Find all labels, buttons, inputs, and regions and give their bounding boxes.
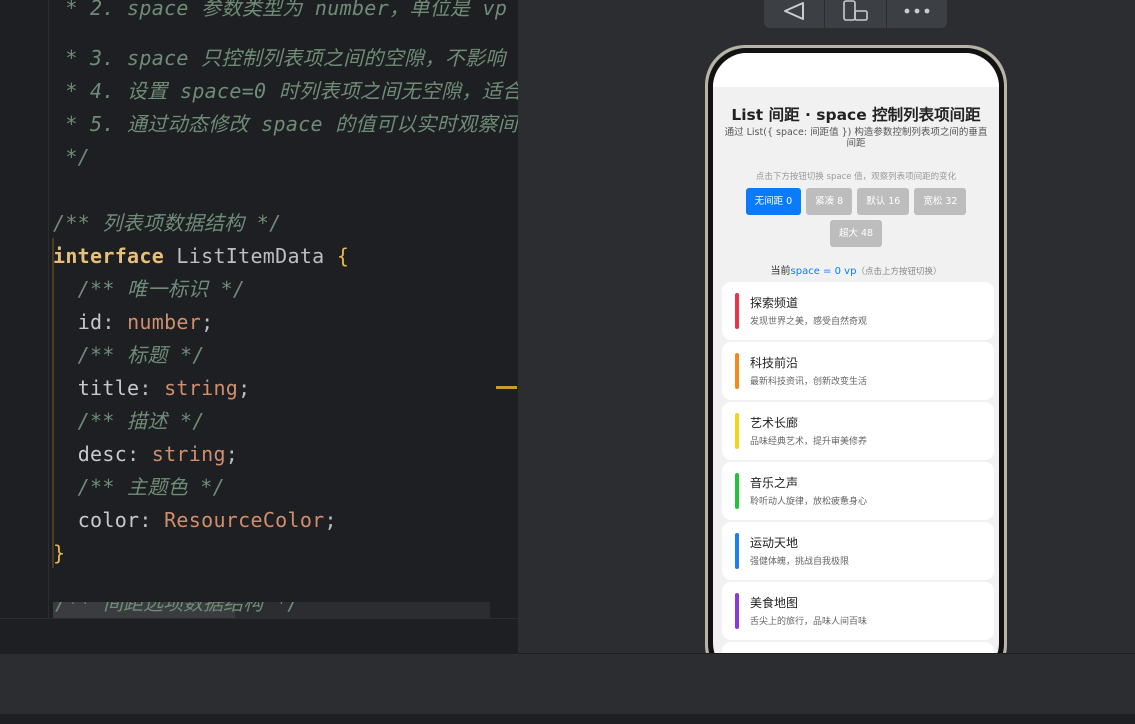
code-editor[interactable]: * 2. space 参数类型为 number，单位是 vp（虚 * 3. sp… bbox=[0, 0, 518, 618]
scrollbar-marker[interactable] bbox=[496, 386, 517, 389]
list-item[interactable]: 音乐之声聆听动人旋律，放松疲惫身心 bbox=[722, 462, 994, 520]
code-line-color: color: ResourceColor; bbox=[77, 508, 337, 532]
color-bar bbox=[735, 413, 739, 449]
space-button-0[interactable]: 无间距 0 bbox=[745, 188, 802, 215]
code-line: */ bbox=[53, 145, 91, 169]
rotate-device-icon bbox=[843, 0, 869, 21]
editor-gutter bbox=[0, 0, 49, 618]
list-item-title: 音乐之声 bbox=[750, 476, 799, 490]
more-button[interactable] bbox=[887, 0, 947, 28]
space-button-48[interactable]: 超大 48 bbox=[829, 220, 883, 247]
code-line-desc: desc: string; bbox=[77, 442, 239, 466]
code-line-id: id: number; bbox=[77, 310, 214, 334]
list-item-desc: 发现世界之美，感受自然奇观 bbox=[750, 317, 868, 327]
hint-text: 点击下方按钮切换 space 值，观察列表项间距的变化 bbox=[755, 172, 957, 182]
bottom-panel bbox=[0, 653, 1135, 715]
back-triangle-icon bbox=[784, 2, 805, 20]
page-subtitle: 通过 List({ space: 间距值 }) 构造参数控制列表项之间的垂直间距 bbox=[724, 127, 988, 149]
partial-code-line: /** 间距选项数据结构 */ bbox=[53, 602, 490, 618]
color-bar bbox=[735, 353, 739, 389]
code-line-title: title: string; bbox=[77, 376, 251, 400]
space-button-32[interactable]: 宽松 32 bbox=[914, 188, 967, 215]
code-line: /** 描述 */ bbox=[53, 409, 205, 433]
list-item-desc: 聆听动人旋律，放松疲惫身心 bbox=[750, 497, 868, 507]
code-line: /** 标题 */ bbox=[53, 343, 205, 367]
color-bar bbox=[735, 293, 739, 329]
code-line: * 5. 通过动态修改 space 的值可以实时观察间距 bbox=[53, 112, 518, 136]
list-item-desc: 强健体魄，挑战自我极限 bbox=[750, 557, 850, 567]
list-item[interactable]: 艺术长廊品味经典艺术，提升审美修养 bbox=[722, 402, 994, 460]
current-prefix: 当前 bbox=[770, 266, 791, 277]
list-item[interactable]: 运动天地强健体魄，挑战自我极限 bbox=[722, 522, 994, 580]
code-line-close-brace: } bbox=[53, 541, 66, 565]
color-bar bbox=[735, 593, 739, 629]
code-line: * 2. space 参数类型为 number，单位是 vp（虚 bbox=[53, 0, 518, 20]
list-item[interactable]: 探索频道发现世界之美，感受自然奇观 bbox=[722, 282, 994, 340]
previewer-toolbar bbox=[764, 0, 947, 28]
list-item[interactable]: 阅读时光 bbox=[722, 642, 994, 653]
current-space-label: 当前space = 0 vp（点击上方按钮切换） bbox=[713, 262, 999, 277]
current-space-value: space = 0 vp bbox=[790, 266, 857, 277]
page-title: List 间距 · space 控制列表项间距 bbox=[731, 106, 981, 124]
rotate-device-button[interactable] bbox=[825, 0, 887, 28]
back-button[interactable] bbox=[764, 0, 826, 28]
list-item[interactable]: 美食地图舌尖上的旅行，品味人间百味 bbox=[722, 582, 994, 640]
list-item-desc: 舌尖上的旅行，品味人间百味 bbox=[750, 617, 868, 627]
list-item-desc: 品味经典艺术，提升审美修养 bbox=[750, 437, 868, 447]
code-line: * 3. space 只控制列表项之间的空隙，不影响 Lis bbox=[53, 46, 518, 70]
list-item-desc: 最新科技资讯，创新改变生活 bbox=[750, 377, 868, 387]
list-item-title: 运动天地 bbox=[750, 536, 799, 550]
code-line: /** 唯一标识 */ bbox=[53, 277, 246, 301]
status-strip bbox=[0, 714, 1135, 724]
code-line-interface: interface ListItemData { bbox=[53, 244, 350, 268]
device-frame: List 间距 · space 控制列表项间距 通过 List({ space:… bbox=[705, 45, 1007, 653]
color-bar bbox=[735, 473, 739, 509]
list-item-title: 美食地图 bbox=[750, 596, 799, 610]
list-item[interactable]: 科技前沿最新科技资讯，创新改变生活 bbox=[722, 342, 994, 400]
code-line: /** 列表项数据结构 */ bbox=[53, 211, 282, 235]
status-bar bbox=[713, 53, 999, 87]
code-line: /** 主题色 */ bbox=[53, 475, 225, 499]
color-bar bbox=[735, 533, 739, 569]
editor-divider bbox=[0, 618, 518, 619]
item-list[interactable]: 探索频道发现世界之美，感受自然奇观科技前沿最新科技资讯，创新改变生活艺术长廊品味… bbox=[722, 282, 994, 653]
more-dots-icon bbox=[904, 8, 930, 14]
space-button-16[interactable]: 默认 16 bbox=[857, 188, 910, 215]
previewer-pane: List 间距 · space 控制列表项间距 通过 List({ space:… bbox=[518, 0, 1135, 653]
device-bezel: List 间距 · space 控制列表项间距 通过 List({ space:… bbox=[708, 48, 1004, 653]
code-line: * 4. 设置 space=0 时列表项之间无空隙，适合密 bbox=[53, 79, 518, 103]
list-item-title: 探索频道 bbox=[750, 296, 799, 310]
space-button-8[interactable]: 紧凑 8 bbox=[806, 188, 853, 215]
current-note: （点击上方按钮切换） bbox=[856, 267, 942, 277]
device-screen[interactable]: List 间距 · space 控制列表项间距 通过 List({ space:… bbox=[713, 53, 999, 653]
space-button-group: 无间距 0 紧凑 8 默认 16 宽松 32 超大 48 bbox=[725, 188, 987, 247]
list-item-title: 科技前沿 bbox=[750, 356, 799, 370]
partial-code-text: /** 间距选项数据结构 */ bbox=[55, 602, 300, 615]
list-item-title: 艺术长廊 bbox=[750, 416, 799, 430]
